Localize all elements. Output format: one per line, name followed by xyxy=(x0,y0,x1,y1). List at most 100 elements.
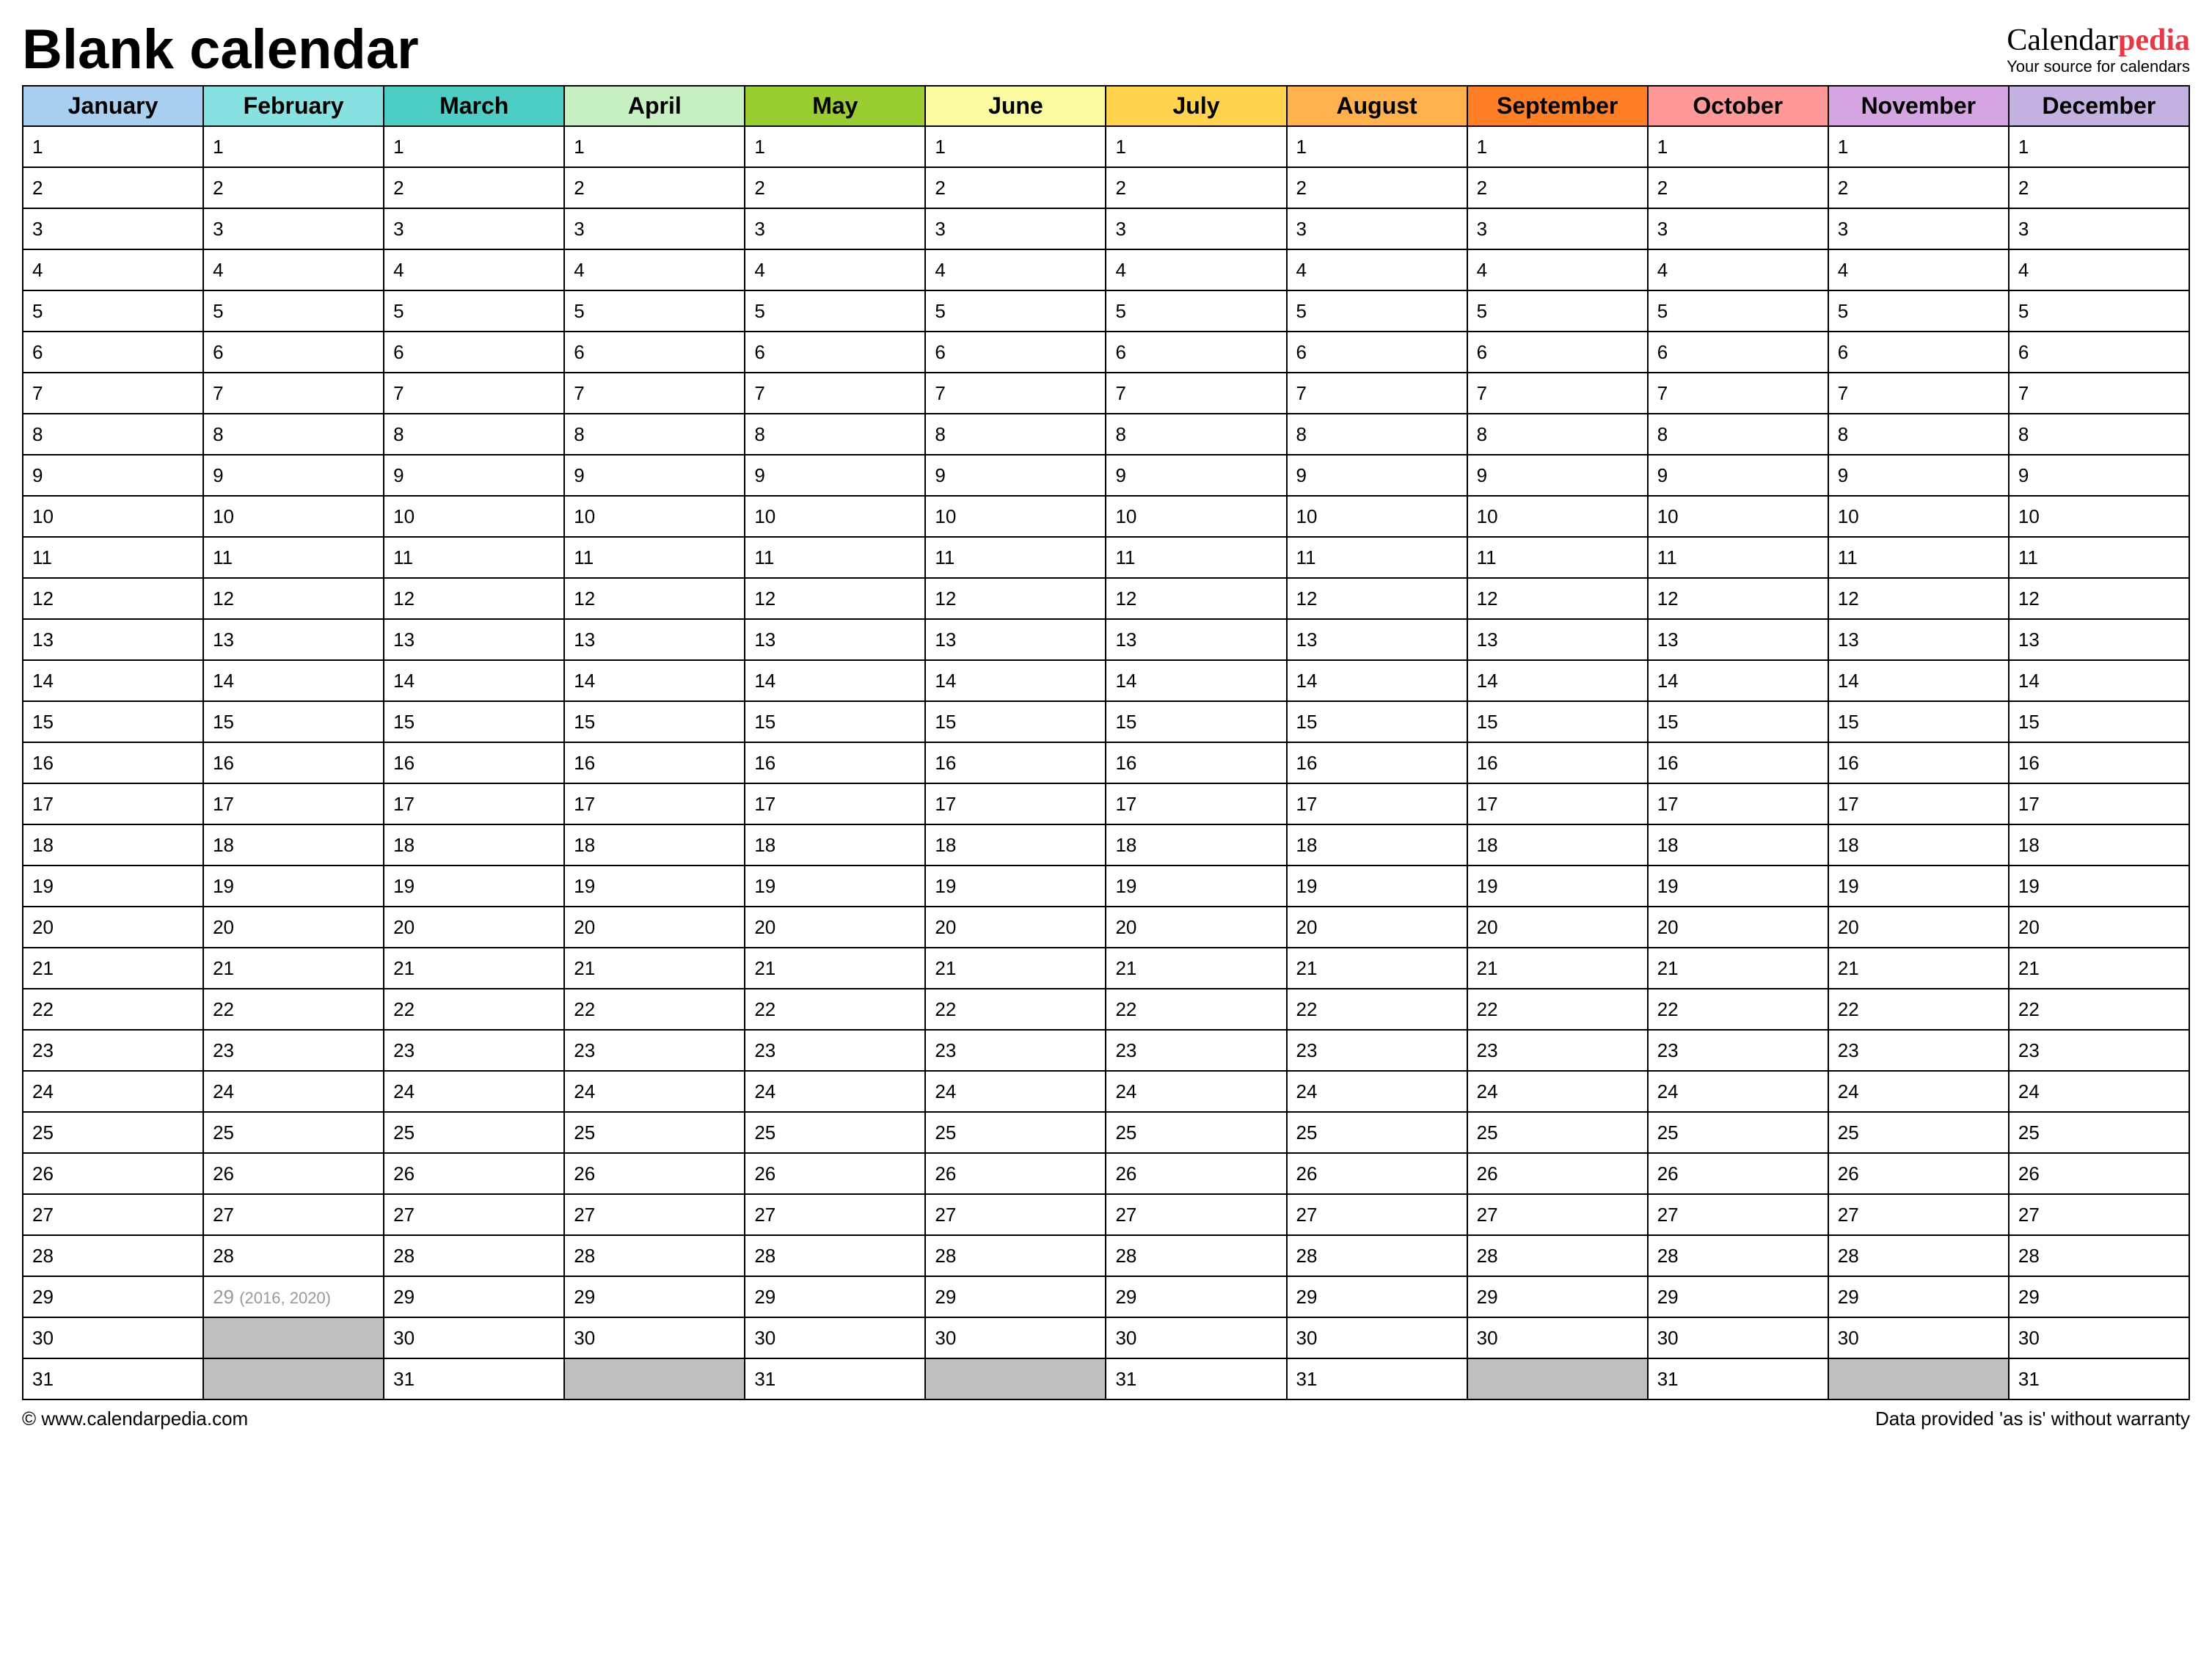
day-cell: 20 xyxy=(1648,907,1828,948)
day-cell: 17 xyxy=(1648,783,1828,824)
day-cell: 13 xyxy=(2009,619,2189,660)
day-cell: 4 xyxy=(1287,249,1467,290)
day-cell: 30 xyxy=(925,1317,1106,1358)
day-cell: 19 xyxy=(1287,866,1467,907)
day-cell: 6 xyxy=(384,332,564,373)
day-cell: 14 xyxy=(925,660,1106,701)
day-cell: 25 xyxy=(564,1112,745,1153)
day-cell: 26 xyxy=(564,1153,745,1194)
day-cell: 16 xyxy=(1287,742,1467,783)
day-cell: 7 xyxy=(745,373,925,414)
day-row-18: 181818181818181818181818 xyxy=(23,824,2189,866)
day-cell: 9 xyxy=(384,455,564,496)
day-cell: 18 xyxy=(1287,824,1467,866)
day-cell: 10 xyxy=(2009,496,2189,537)
day-cell: 27 xyxy=(2009,1194,2189,1235)
brand-part1: Calendar xyxy=(2007,23,2118,57)
day-cell: 6 xyxy=(2009,332,2189,373)
day-cell: 28 xyxy=(203,1235,384,1276)
day-cell: 27 xyxy=(384,1194,564,1235)
day-cell: 19 xyxy=(745,866,925,907)
day-cell: 12 xyxy=(1828,578,2009,619)
day-cell: 7 xyxy=(1828,373,2009,414)
day-cell: 9 xyxy=(1106,455,1286,496)
day-cell: 4 xyxy=(925,249,1106,290)
day-cell: 15 xyxy=(564,701,745,742)
day-cell: 11 xyxy=(23,537,203,578)
day-cell: 21 xyxy=(1106,948,1286,989)
calendar-body: 1111111111112222222222223333333333334444… xyxy=(23,126,2189,1399)
day-cell: 27 xyxy=(1467,1194,1648,1235)
calendar-table: JanuaryFebruaryMarchAprilMayJuneJulyAugu… xyxy=(22,85,2190,1400)
day-cell: 29 xyxy=(564,1276,745,1317)
month-header-january: January xyxy=(23,86,203,126)
day-cell: 19 xyxy=(1828,866,2009,907)
day-cell: 24 xyxy=(1287,1071,1467,1112)
day-cell: 31 xyxy=(23,1358,203,1399)
day-cell: 21 xyxy=(1287,948,1467,989)
day-cell: 12 xyxy=(1287,578,1467,619)
day-cell: 24 xyxy=(23,1071,203,1112)
day-cell: 22 xyxy=(745,989,925,1030)
day-cell: 30 xyxy=(23,1317,203,1358)
day-cell: 14 xyxy=(1106,660,1286,701)
day-cell: 11 xyxy=(1648,537,1828,578)
day-cell: 16 xyxy=(23,742,203,783)
day-cell: 16 xyxy=(745,742,925,783)
day-cell: 4 xyxy=(745,249,925,290)
day-cell: 16 xyxy=(2009,742,2189,783)
day-cell: 6 xyxy=(203,332,384,373)
day-cell: 9 xyxy=(1467,455,1648,496)
day-cell: 6 xyxy=(564,332,745,373)
day-cell: 27 xyxy=(23,1194,203,1235)
day-cell: 2 xyxy=(1287,167,1467,208)
day-cell: 22 xyxy=(925,989,1106,1030)
day-cell: 22 xyxy=(203,989,384,1030)
day-row-4: 444444444444 xyxy=(23,249,2189,290)
day-cell: 4 xyxy=(384,249,564,290)
day-cell: 3 xyxy=(1287,208,1467,249)
day-cell: 13 xyxy=(1106,619,1286,660)
day-cell: 25 xyxy=(1648,1112,1828,1153)
day-row-17: 171717171717171717171717 xyxy=(23,783,2189,824)
day-cell: 9 xyxy=(1648,455,1828,496)
brand-part2: pedia xyxy=(2118,23,2190,57)
day-cell: 3 xyxy=(1828,208,2009,249)
day-cell: 21 xyxy=(745,948,925,989)
day-cell: 16 xyxy=(1106,742,1286,783)
day-cell: 9 xyxy=(745,455,925,496)
day-cell: 17 xyxy=(1828,783,2009,824)
day-cell: 3 xyxy=(1467,208,1648,249)
month-header-july: July xyxy=(1106,86,1286,126)
day-row-5: 555555555555 xyxy=(23,290,2189,332)
day-cell: 20 xyxy=(1287,907,1467,948)
day-cell: 31 xyxy=(745,1358,925,1399)
day-cell: 1 xyxy=(925,126,1106,167)
day-cell: 10 xyxy=(1106,496,1286,537)
day-row-29: 2929 (2016, 2020)29292929292929292929 xyxy=(23,1276,2189,1317)
day-cell: 6 xyxy=(1648,332,1828,373)
day-row-27: 272727272727272727272727 xyxy=(23,1194,2189,1235)
day-cell: 6 xyxy=(23,332,203,373)
day-cell: 22 xyxy=(564,989,745,1030)
day-cell: 6 xyxy=(1106,332,1286,373)
day-cell: 4 xyxy=(23,249,203,290)
day-cell: 4 xyxy=(1467,249,1648,290)
day-cell: 28 xyxy=(925,1235,1106,1276)
day-cell: 24 xyxy=(1106,1071,1286,1112)
day-cell: 22 xyxy=(1287,989,1467,1030)
day-cell: 3 xyxy=(1648,208,1828,249)
day-cell: 17 xyxy=(1287,783,1467,824)
day-cell: 2 xyxy=(1828,167,2009,208)
day-cell: 23 xyxy=(1287,1030,1467,1071)
day-cell: 23 xyxy=(2009,1030,2189,1071)
day-cell: 22 xyxy=(2009,989,2189,1030)
day-cell: 4 xyxy=(1648,249,1828,290)
day-cell: 13 xyxy=(564,619,745,660)
day-cell: 27 xyxy=(203,1194,384,1235)
day-cell: 11 xyxy=(384,537,564,578)
day-cell: 16 xyxy=(1828,742,2009,783)
day-cell: 11 xyxy=(203,537,384,578)
day-cell: 15 xyxy=(1648,701,1828,742)
day-cell: 25 xyxy=(1467,1112,1648,1153)
